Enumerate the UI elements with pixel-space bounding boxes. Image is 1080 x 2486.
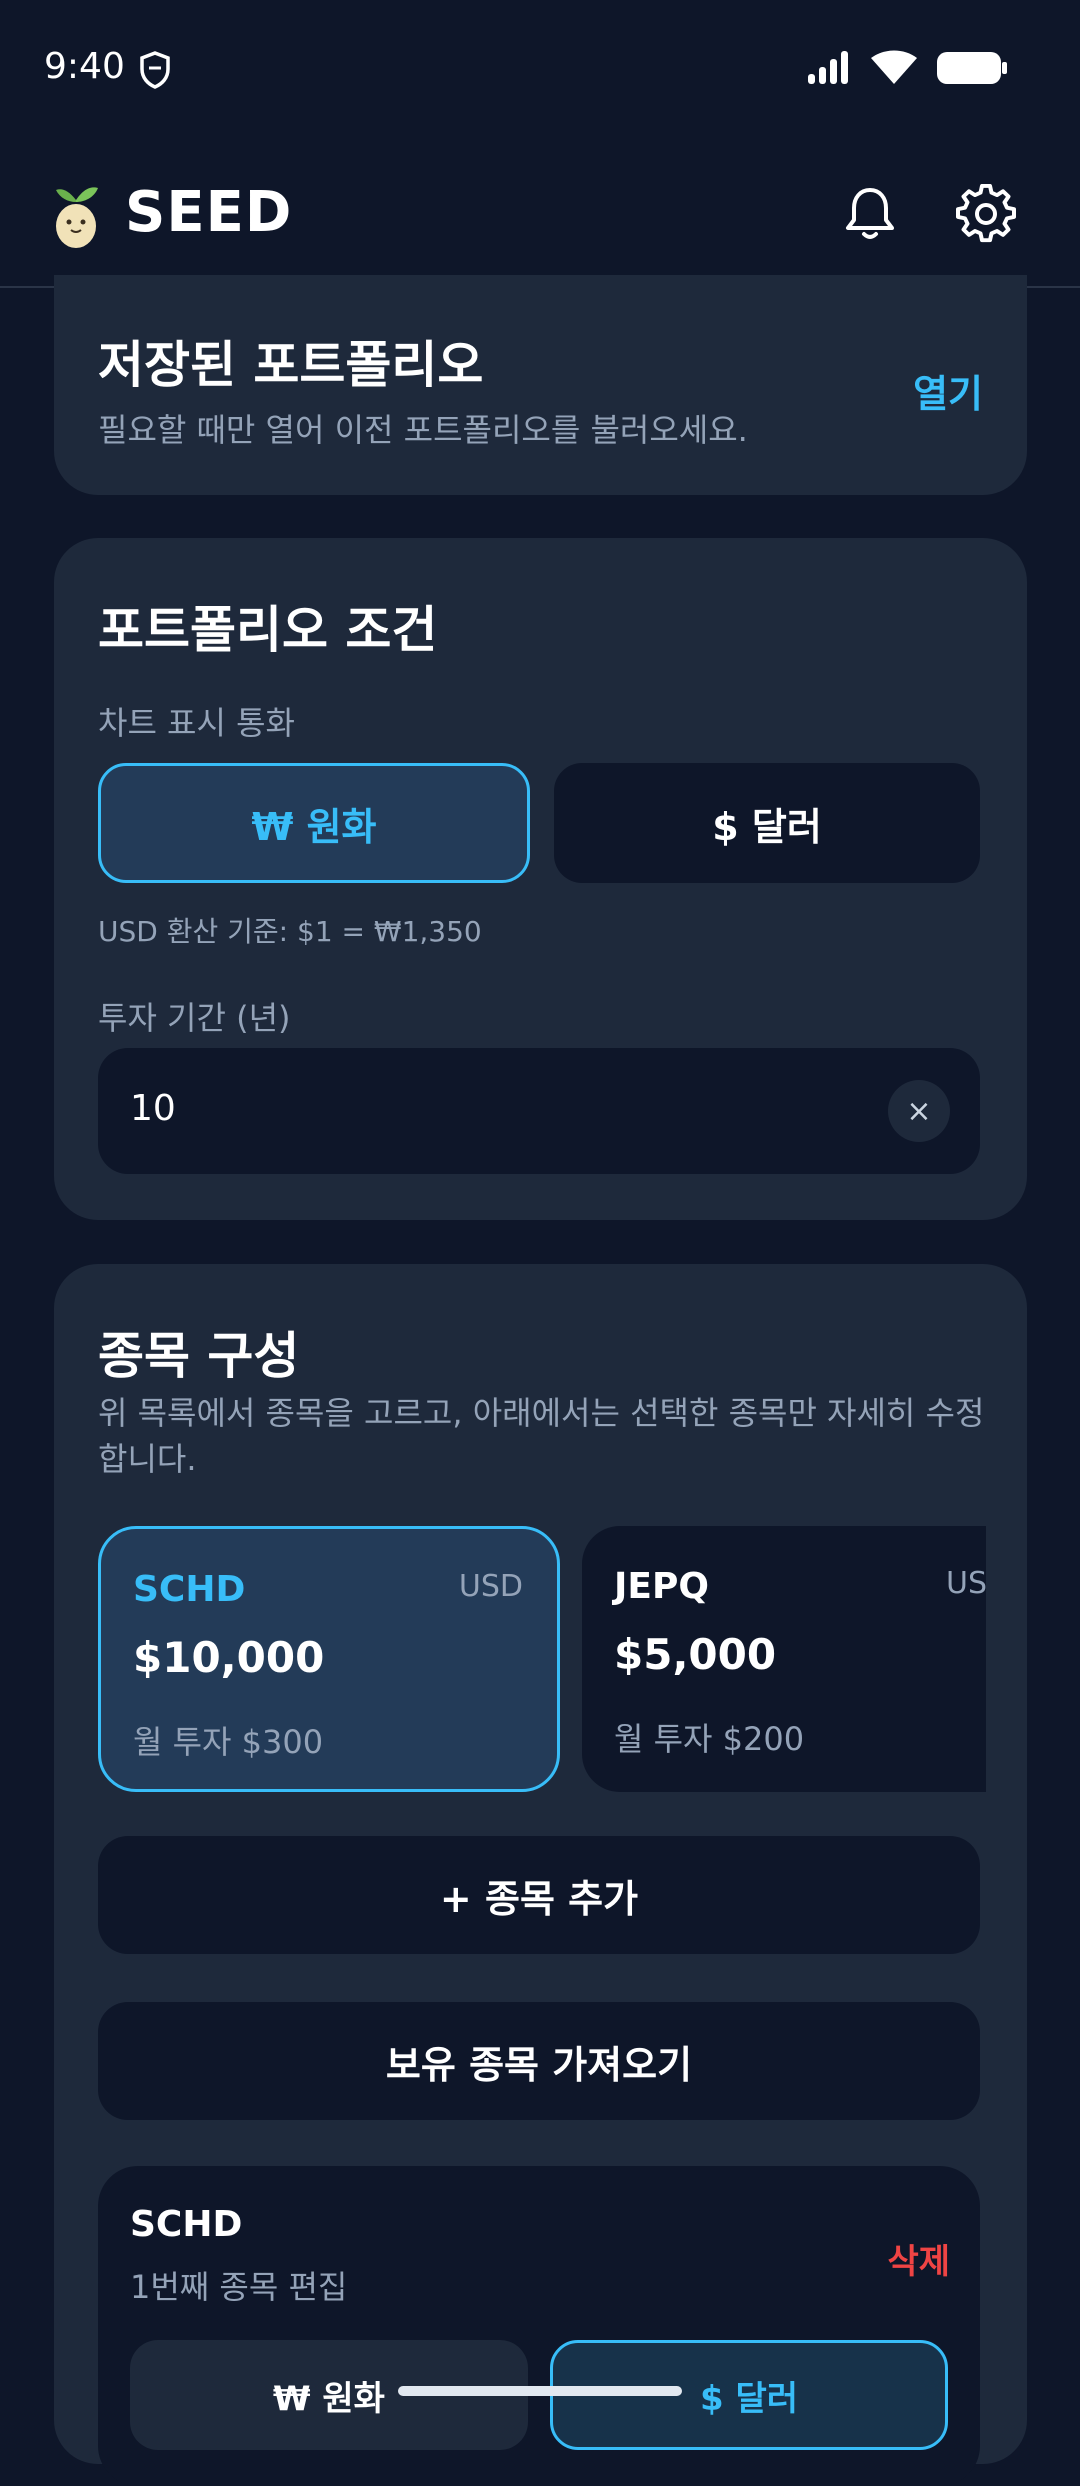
holding-tile-schd[interactable]: SCHD USD $10,000 월 투자 $300 bbox=[98, 1526, 560, 1792]
saved-portfolio-card: 저장된 포트폴리오 필요할 때만 열어 이전 포트폴리오를 불러오세요. 열기 bbox=[54, 275, 1027, 495]
clear-input-button[interactable]: × bbox=[888, 1080, 950, 1142]
investment-period-input[interactable]: 10 × bbox=[98, 1048, 980, 1174]
home-indicator[interactable] bbox=[398, 2386, 682, 2396]
holdings-description: 위 목록에서 종목을 고르고, 아래에서는 선택한 종목만 자세히 수정합니다. bbox=[98, 1394, 985, 1478]
holding-tile-jepq[interactable]: JEPQ USD $5,000 월 투자 $200 bbox=[582, 1526, 986, 1792]
tile-currency: USD bbox=[458, 1569, 523, 1604]
status-time: 9:40 bbox=[44, 46, 125, 87]
holding-editor: SCHD 1번째 종목 편집 삭제 ₩ 원화 $ 달러 bbox=[98, 2166, 980, 2486]
tile-amount: $10,000 bbox=[133, 1633, 325, 1682]
saved-portfolio-subtitle: 필요할 때만 열어 이전 포트폴리오를 불러오세요. bbox=[98, 411, 748, 449]
tile-monthly: 월 투자 $300 bbox=[133, 1723, 324, 1761]
saved-portfolio-title: 저장된 포트폴리오 bbox=[98, 336, 484, 394]
tile-symbol: JEPQ bbox=[614, 1566, 709, 1607]
import-holdings-button[interactable]: 보유 종목 가져오기 bbox=[98, 2002, 980, 2120]
add-holding-button[interactable]: + 종목 추가 bbox=[98, 1836, 980, 1954]
shield-icon bbox=[140, 51, 170, 89]
bell-icon[interactable] bbox=[842, 184, 898, 244]
gear-icon[interactable] bbox=[956, 184, 1016, 244]
wifi-icon bbox=[871, 50, 917, 84]
signal-icon bbox=[808, 51, 848, 84]
holdings-card: 종목 구성 위 목록에서 종목을 고르고, 아래에서는 선택한 종목만 자세히 … bbox=[54, 1264, 1027, 2486]
tile-currency: USD bbox=[946, 1566, 986, 1601]
holdings-title: 종목 구성 bbox=[98, 1327, 300, 1385]
app-title: SEED bbox=[125, 180, 293, 245]
open-saved-button[interactable]: 열기 bbox=[913, 363, 983, 418]
tile-monthly: 월 투자 $200 bbox=[614, 1720, 805, 1758]
conditions-title: 포트폴리오 조건 bbox=[98, 601, 438, 659]
battery-icon bbox=[937, 52, 1007, 84]
investment-period-label: 투자 기간 (년) bbox=[98, 999, 291, 1037]
holding-tiles: SCHD USD $10,000 월 투자 $300 JEPQ USD $5,0… bbox=[98, 1526, 986, 1796]
tile-symbol: SCHD bbox=[133, 1569, 246, 1610]
portfolio-conditions-card: 포트폴리오 조건 차트 표시 통화 ₩ 원화 $ 달러 USD 환산 기준: $… bbox=[54, 538, 1027, 1220]
exchange-rate-note: USD 환산 기준: $1 = ₩1,350 bbox=[98, 915, 482, 948]
chart-currency-label: 차트 표시 통화 bbox=[98, 704, 295, 742]
currency-usd-button[interactable]: $ 달러 bbox=[554, 763, 980, 883]
status-icons bbox=[806, 50, 1008, 86]
tile-amount: $5,000 bbox=[614, 1630, 777, 1679]
status-bar: 9:40 bbox=[0, 0, 1080, 140]
editor-symbol: SCHD bbox=[130, 2204, 243, 2245]
currency-krw-button[interactable]: ₩ 원화 bbox=[98, 763, 530, 883]
investment-period-value[interactable]: 10 bbox=[130, 1088, 176, 1129]
editor-subtitle: 1번째 종목 편집 bbox=[130, 2268, 348, 2306]
app-header: SEED bbox=[0, 140, 1080, 288]
seed-logo bbox=[56, 187, 98, 248]
delete-holding-button[interactable]: 삭제 bbox=[887, 2234, 950, 2283]
